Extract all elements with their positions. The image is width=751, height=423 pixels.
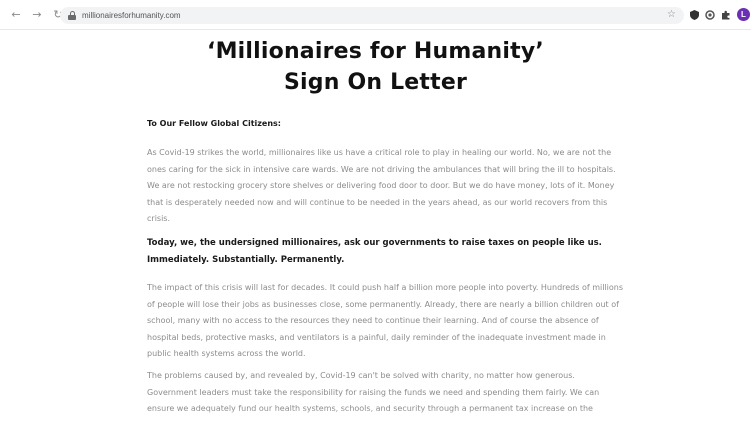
- letter-paragraph-3: The impact of this crisis will last for …: [147, 283, 624, 359]
- letter-bold-statement: Today, we, the undersigned millionaires,…: [147, 238, 602, 265]
- letter-greeting: To Our Fellow Global Citizens:: [147, 119, 281, 128]
- forward-arrow-icon[interactable]: →: [29, 7, 45, 23]
- puzzle-icon[interactable]: [720, 9, 732, 21]
- lock-icon[interactable]: [68, 11, 76, 20]
- page-title: ‘Millionaires for Humanity’: [207, 39, 544, 64]
- bottom-fade: [0, 409, 751, 423]
- address-bar[interactable]: millionairesforhumanity.com ☆: [60, 7, 684, 24]
- back-arrow-icon[interactable]: ←: [8, 7, 24, 23]
- profile-avatar[interactable]: L: [737, 8, 750, 21]
- letter-paragraph-1: As Covid-19 strikes the world, millionai…: [147, 148, 616, 224]
- shield-icon[interactable]: [688, 9, 700, 21]
- url-text[interactable]: millionairesforhumanity.com: [82, 11, 181, 20]
- page-content: ‘Millionaires for Humanity’ Sign On Lett…: [0, 30, 751, 423]
- browser-toolbar: ← → ↻ millionairesforhumanity.com ☆ L: [0, 0, 751, 30]
- bookmark-star-icon[interactable]: ☆: [667, 9, 676, 20]
- page-subtitle: Sign On Letter: [283, 70, 468, 95]
- circle-icon[interactable]: [704, 9, 716, 21]
